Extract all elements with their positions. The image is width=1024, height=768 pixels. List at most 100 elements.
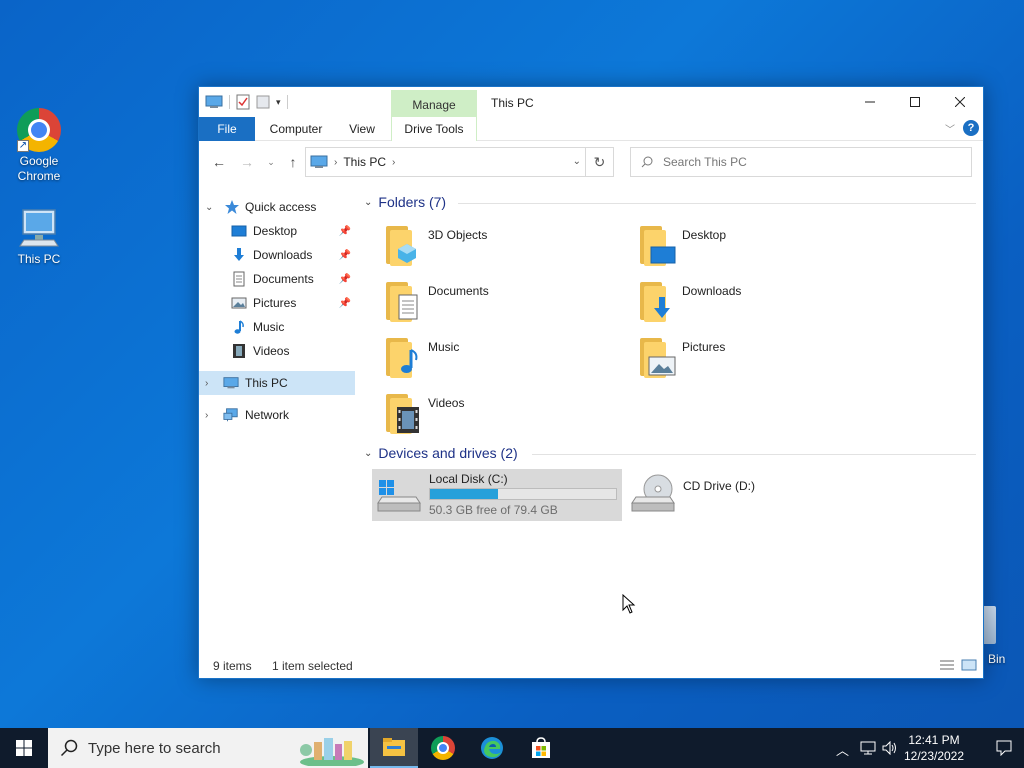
details-view-icon[interactable]: [939, 659, 955, 671]
chevron-down-icon[interactable]: ⌄: [573, 156, 581, 167]
network-status-icon[interactable]: [860, 741, 876, 755]
search-box[interactable]: [630, 147, 972, 177]
system-tray: ︿ 12:41 PM 12/23/2022: [824, 728, 1024, 768]
computer-icon: [19, 209, 59, 247]
folder-music[interactable]: Music: [382, 333, 622, 383]
folder-label: Music: [428, 340, 460, 354]
taskbar-chrome[interactable]: [419, 728, 467, 768]
new-folder-icon[interactable]: [256, 94, 270, 110]
taskbar-search-box[interactable]: Type here to search: [48, 728, 368, 768]
drive-local-disk-c[interactable]: Local Disk (C:) 50.3 GB free of 79.4 GB: [372, 469, 622, 521]
desktop-icon-label: Google: [19, 154, 59, 168]
file-explorer-icon: [383, 738, 405, 756]
chevron-down-icon[interactable]: ⌄: [364, 448, 372, 459]
pin-icon[interactable]: 📌: [339, 250, 351, 261]
shortcut-arrow-icon: ↗: [17, 140, 29, 152]
chevron-right-icon[interactable]: ›: [205, 410, 208, 421]
folder-pictures[interactable]: Pictures: [636, 333, 876, 383]
properties-icon[interactable]: [236, 94, 250, 110]
search-icon: [641, 156, 653, 168]
refresh-button[interactable]: ↻: [586, 147, 614, 177]
star-icon: [225, 200, 239, 214]
nav-item-label: Desktop: [253, 224, 298, 238]
close-icon: [955, 97, 965, 107]
tab-drive-tools[interactable]: Drive Tools: [391, 117, 477, 141]
desktop-icon-label: This PC: [17, 252, 61, 266]
nav-item-pictures[interactable]: Pictures 📌: [199, 291, 355, 315]
folder-desktop[interactable]: Desktop: [636, 221, 876, 271]
group-header-folders[interactable]: ⌄ Folders (7): [364, 194, 446, 210]
taskbar-edge[interactable]: [468, 728, 516, 768]
tab-file[interactable]: File: [199, 117, 255, 141]
breadcrumb-this-pc[interactable]: This PC: [343, 155, 386, 169]
picture-icon: [231, 297, 247, 309]
address-bar[interactable]: › This PC › ⌄: [305, 147, 586, 177]
videos-folder-icon: [384, 392, 422, 436]
nav-item-desktop[interactable]: Desktop 📌: [199, 219, 355, 243]
close-button[interactable]: [937, 87, 983, 117]
notifications-icon[interactable]: [996, 740, 1012, 756]
nav-item-videos[interactable]: Videos: [199, 339, 355, 363]
chevron-right-icon[interactable]: ›: [392, 157, 395, 168]
clock[interactable]: 12:41 PM 12/23/2022: [902, 732, 966, 764]
chevron-right-icon[interactable]: ›: [334, 157, 337, 168]
minimize-button[interactable]: [847, 87, 893, 117]
group-header-devices[interactable]: ⌄ Devices and drives (2): [364, 445, 518, 461]
pin-icon[interactable]: 📌: [339, 298, 351, 309]
taskbar-microsoft-store[interactable]: [517, 728, 565, 768]
taskbar-file-explorer[interactable]: [370, 728, 418, 768]
recycle-bin-label: Bin: [988, 652, 1006, 666]
pictures-folder-icon: [638, 336, 676, 380]
folder-label: 3D Objects: [428, 228, 488, 242]
nav-item-downloads[interactable]: Downloads 📌: [199, 243, 355, 267]
cd-drive-icon: [631, 474, 675, 512]
tab-manage[interactable]: Manage: [391, 90, 477, 117]
large-icons-view-icon[interactable]: [961, 659, 977, 671]
tab-view[interactable]: View: [339, 117, 385, 141]
nav-item-this-pc[interactable]: › This PC: [199, 371, 355, 395]
folder-downloads[interactable]: Downloads: [636, 277, 876, 327]
this-pc-small-icon: [310, 155, 328, 168]
customize-qat-icon[interactable]: ▾: [276, 97, 281, 108]
expand-ribbon-icon[interactable]: ﹀: [945, 121, 955, 136]
folder-3d-objects[interactable]: 3D Objects: [382, 221, 622, 271]
chevron-right-icon[interactable]: ›: [205, 378, 208, 389]
clock-time: 12:41 PM: [908, 733, 960, 747]
forward-button[interactable]: →: [237, 151, 257, 173]
pin-icon[interactable]: 📌: [339, 226, 351, 237]
download-arrow-icon: [234, 248, 244, 261]
recent-locations-button[interactable]: ⌄: [261, 151, 281, 173]
nav-item-documents[interactable]: Documents 📌: [199, 267, 355, 291]
start-button[interactable]: [0, 728, 48, 768]
pin-icon[interactable]: 📌: [339, 274, 351, 285]
edge-icon: [481, 737, 503, 759]
up-button[interactable]: ↑: [283, 151, 303, 173]
music-folder-icon: [384, 336, 422, 380]
divider: [229, 95, 230, 109]
volume-icon[interactable]: [882, 741, 898, 755]
search-input[interactable]: [663, 155, 943, 169]
drive-cd-d[interactable]: CD Drive (D:): [626, 469, 876, 521]
help-icon[interactable]: ?: [963, 120, 979, 136]
nav-item-label: Pictures: [253, 296, 297, 310]
desktop-icon-google-chrome[interactable]: ↗ Google Chrome: [1, 108, 77, 184]
network-icon: [223, 408, 238, 422]
chevron-down-icon[interactable]: ⌄: [364, 197, 372, 208]
nav-item-music[interactable]: Music: [199, 315, 355, 339]
title-bar[interactable]: ▾ Manage This PC: [199, 87, 983, 117]
desktop-icon-this-pc[interactable]: This PC: [1, 208, 77, 267]
show-hidden-icons-chevron-up-icon[interactable]: ︿: [836, 740, 849, 759]
folder-videos[interactable]: Videos: [382, 389, 622, 439]
nav-item-quick-access[interactable]: ⌄ Quick access: [199, 195, 355, 219]
group-header-label: Folders (7): [378, 194, 447, 210]
store-icon: [532, 737, 550, 758]
maximize-button[interactable]: [892, 87, 938, 117]
chevron-down-icon[interactable]: ⌄: [205, 202, 213, 213]
taskbar-search-placeholder: Type here to search: [88, 739, 221, 757]
back-button[interactable]: ←: [209, 151, 229, 173]
tab-computer[interactable]: Computer: [261, 117, 331, 141]
music-note-icon: [234, 320, 244, 334]
folder-documents[interactable]: Documents: [382, 277, 622, 327]
nav-item-network[interactable]: › Network: [199, 403, 355, 427]
window-title: This PC: [491, 96, 534, 110]
